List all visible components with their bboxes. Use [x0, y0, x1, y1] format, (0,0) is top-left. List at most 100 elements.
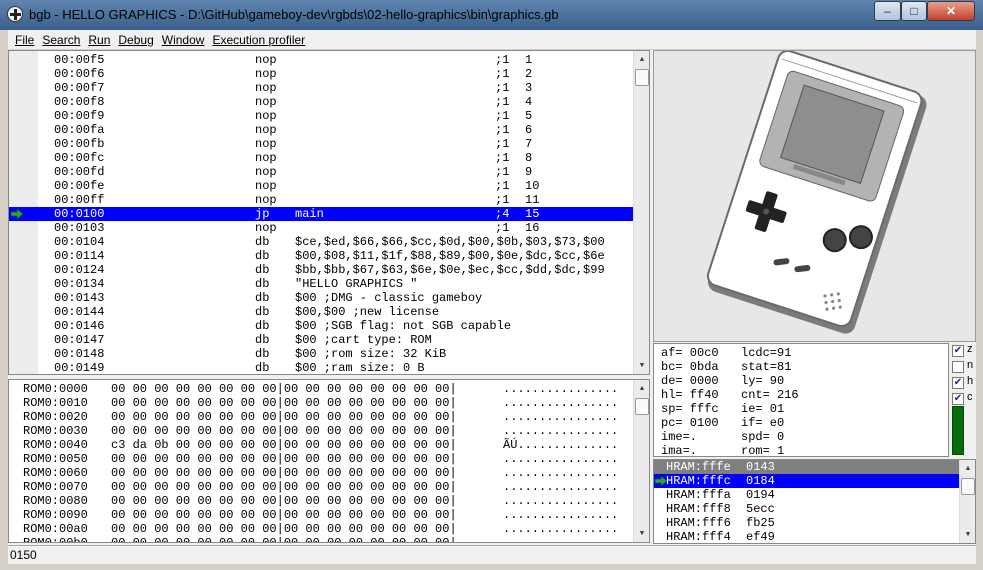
flag-h-checkbox[interactable]: ✔ [952, 377, 964, 389]
disassembly-row[interactable]: 00:00fd nop ;1 9 [9, 165, 633, 179]
stack-row[interactable]: HRAM:fffc 0184 [654, 474, 959, 488]
stack-row[interactable]: HRAM:fff6 fb25 [654, 516, 959, 530]
disassembly-row[interactable]: 00:0149 db $00 ;ram size: 0 B [9, 361, 633, 374]
instr-opcode: nop [255, 67, 277, 81]
disassembly-row[interactable]: 00:0148 db $00 ;rom size: 32 KiB [9, 347, 633, 361]
cpu-register[interactable]: sp= fffc [661, 402, 719, 416]
instr-address: 00:00fc [54, 151, 105, 165]
flag-n-checkbox[interactable] [952, 361, 964, 373]
flag-c[interactable]: ✔ c [950, 391, 976, 406]
menu-execution-profiler[interactable]: Execution profiler [212, 33, 305, 47]
stack-row[interactable]: HRAM:fff4 ef49 [654, 530, 959, 543]
cpu-register[interactable]: de= 0000 [661, 374, 719, 388]
scroll-thumb[interactable] [635, 69, 649, 86]
flag-h[interactable]: ✔ h [950, 375, 976, 390]
scroll-down-arrow-icon[interactable]: ▼ [634, 357, 649, 374]
memory-address: ROM0:00b0 [23, 536, 88, 543]
status-bar: 0150 [8, 545, 976, 564]
scroll-up-arrow-icon[interactable]: ▲ [960, 460, 975, 477]
instr-opcode: jp [255, 207, 270, 221]
disassembly-scrollbar[interactable]: ▲ ▼ [633, 51, 649, 374]
stack-value: 0143 [746, 460, 775, 474]
io-register[interactable]: cnt= 216 [741, 388, 799, 402]
flag-n[interactable]: n [950, 359, 976, 374]
memory-address: ROM0:0020 [23, 410, 88, 424]
disassembly-row[interactable]: 00:0144 db $00,$00 ;new license [9, 305, 633, 319]
disassembly-row[interactable]: 00:00fb nop ;1 7 [9, 137, 633, 151]
disassembly-row[interactable]: 00:0104 db $ce,$ed,$66,$66,$cc,$0d,$00,$0b… [9, 235, 633, 249]
disassembly-row[interactable]: 00:00fa nop ;1 6 [9, 123, 633, 137]
scroll-down-arrow-icon[interactable]: ▼ [960, 526, 975, 543]
disassembly-row[interactable]: 00:0114 db $00,$08,$11,$1f,$88,$89,$00,$0e… [9, 249, 633, 263]
disassembly-pane[interactable]: 00:00f5 nop ;1 1 00:00f6 nop ;1 2 00:00f7 nop ;1 3 0… [8, 50, 650, 375]
disassembly-row[interactable]: 00:0146 db $00 ;SGB flag: not SGB capable [9, 319, 633, 333]
memory-scrollbar[interactable]: ▲ ▼ [633, 380, 649, 542]
io-register[interactable]: spd= 0 [741, 430, 784, 444]
cpu-register[interactable]: ima=. [661, 444, 697, 456]
disassembly-row[interactable]: 00:00fc nop ;1 8 [9, 151, 633, 165]
io-register[interactable]: stat=81 [741, 360, 791, 374]
disassembly-row[interactable]: 00:00f9 nop ;1 5 [9, 109, 633, 123]
stack-row[interactable]: HRAM:fffa 0194 [654, 488, 959, 502]
flag-z-checkbox[interactable]: ✔ [952, 345, 964, 357]
disassembly-row[interactable]: 00:00ff nop ;1 11 [9, 193, 633, 207]
disassembly-row[interactable]: 00:0103 nop ;1 16 [9, 221, 633, 235]
disassembly-row[interactable]: 00:00fe nop ;1 10 [9, 179, 633, 193]
scroll-up-arrow-icon[interactable]: ▲ [634, 51, 649, 68]
cpu-register[interactable]: pc= 0100 [661, 416, 719, 430]
menu-window[interactable]: Window [162, 33, 205, 47]
stack-pane[interactable]: HRAM:fffe 0143 HRAM:fffc 0184 HRAM:fffa 0194 H… [653, 459, 976, 544]
memory-hex-bytes: 00 00 00 00 00 00 00 00|00 00 00 00 00 0… [111, 410, 457, 424]
menu-debug[interactable]: Debug [118, 33, 153, 47]
io-register[interactable]: if= e0 [741, 416, 784, 430]
scroll-thumb[interactable] [635, 398, 649, 415]
scroll-up-arrow-icon[interactable]: ▲ [634, 380, 649, 397]
instr-address: 00:00fb [54, 137, 105, 151]
instr-cycles: ;1 [495, 81, 510, 95]
disassembly-row[interactable]: 00:0134 db "HELLO GRAPHICS " [9, 277, 633, 291]
io-register[interactable]: ly= 90 [741, 374, 784, 388]
disassembly-row[interactable]: 00:0100 jp main ;4 15 [9, 207, 633, 221]
disassembly-row[interactable]: 00:0124 db $bb,$bb,$67,$63,$6e,$0e,$ec,$cc… [9, 263, 633, 277]
menu-search[interactable]: Search [42, 33, 80, 47]
cpu-register[interactable]: bc= 0bda [661, 360, 719, 374]
instr-address: 00:0124 [54, 263, 105, 277]
io-register[interactable]: lcdc=91 [741, 346, 791, 360]
scroll-down-arrow-icon[interactable]: ▼ [634, 525, 649, 542]
disassembly-row[interactable]: 00:0147 db $00 ;cart type: ROM [9, 333, 633, 347]
menu-run[interactable]: Run [88, 33, 110, 47]
disassembly-row[interactable]: 00:00f7 nop ;1 3 [9, 81, 633, 95]
disassembly-row[interactable]: 00:00f6 nop ;1 2 [9, 67, 633, 81]
stack-scrollbar[interactable]: ▲ ▼ [959, 460, 975, 543]
memory-ascii: ................ [503, 522, 619, 536]
memory-address: ROM0:00a0 [23, 522, 88, 536]
instr-operands: "HELLO GRAPHICS " [295, 277, 418, 291]
stack-row[interactable]: HRAM:fffe 0143 [654, 460, 959, 474]
maximize-button[interactable]: □ [901, 1, 927, 21]
registers-pane[interactable]: af= 00c0 lcdc=91 bc= 0bda stat=81 de= 0000 ly… [653, 343, 949, 457]
scroll-thumb[interactable] [961, 478, 975, 495]
io-register[interactable]: rom= 1 [741, 444, 784, 456]
memory-ascii: ................ [503, 508, 619, 522]
memory-address: ROM0:0010 [23, 396, 88, 410]
cpu-register[interactable]: ime=. [661, 430, 697, 444]
disassembly-row[interactable]: 00:00f5 nop ;1 1 [9, 53, 633, 67]
app-icon[interactable] [7, 6, 23, 22]
cpu-register[interactable]: af= 00c0 [661, 346, 719, 360]
instr-operands: $00,$08,$11,$1f,$88,$89,$00,$0e,$dc,$cc,… [295, 249, 605, 263]
stack-row[interactable]: HRAM:fff8 5ecc [654, 502, 959, 516]
gameboy-illustration-icon [706, 49, 927, 334]
menu-bar: File Search Run Debug Window Execution p… [8, 30, 976, 49]
minimize-button[interactable]: – [874, 1, 901, 21]
cpu-register[interactable]: hl= ff40 [661, 388, 719, 402]
close-button[interactable]: ✕ [927, 1, 975, 21]
disassembly-row[interactable]: 00:00f8 nop ;1 4 [9, 95, 633, 109]
disassembly-row[interactable]: 00:0143 db $00 ;DMG - classic gameboy [9, 291, 633, 305]
memory-dump-pane[interactable]: ROM0:0000 00 00 00 00 00 00 00 00|00 00 0… [8, 379, 650, 543]
flag-z[interactable]: ✔ z [950, 343, 976, 358]
menu-file[interactable]: File [15, 33, 34, 47]
instr-operands: $ce,$ed,$66,$66,$cc,$0d,$00,$0b,$03,$73,… [295, 235, 605, 249]
flag-c-checkbox[interactable]: ✔ [952, 393, 964, 405]
instr-count: 3 [525, 81, 533, 95]
io-register[interactable]: ie= 01 [741, 402, 784, 416]
